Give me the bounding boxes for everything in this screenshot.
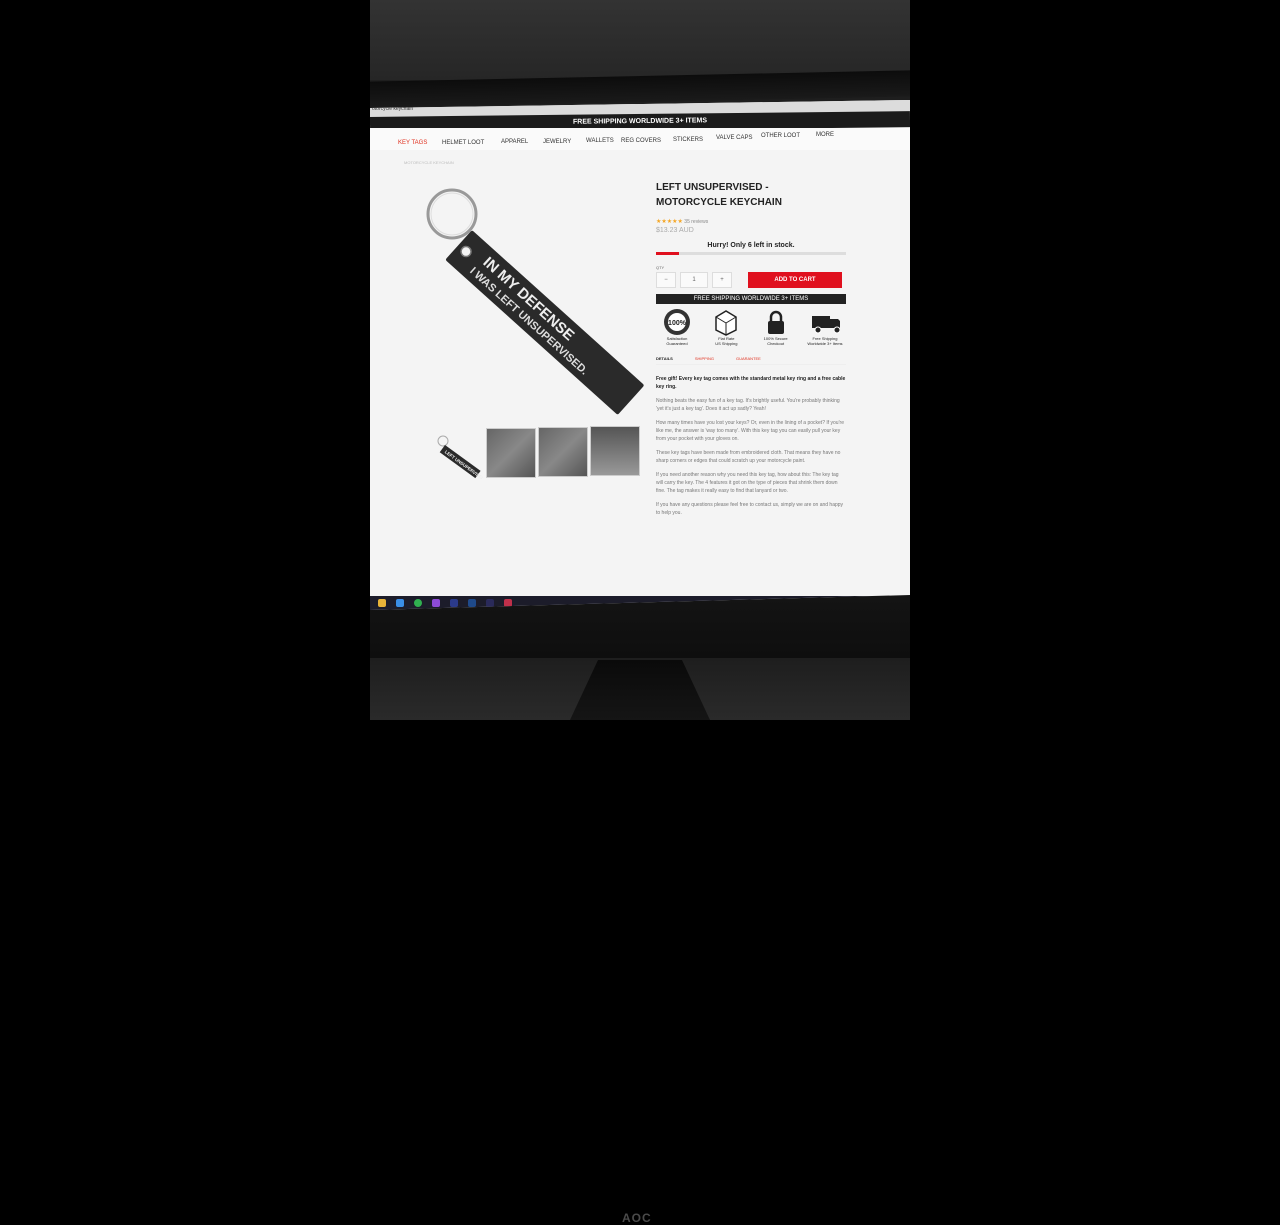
product-description: Free gift! Every key tag comes with the … <box>656 375 846 517</box>
description-lead: Free gift! Every key tag comes with the … <box>656 376 846 390</box>
badge-secure: 100% Secure Checkout <box>755 308 797 346</box>
stock-message: Hurry! Only 6 left in stock. <box>707 242 795 249</box>
wall-background <box>370 0 910 80</box>
trust-badges: 100% Satisfaction Guaranteed Flat Rate US … <box>656 308 846 346</box>
description-paragraph-3: These key tags have been made from embro… <box>656 450 841 464</box>
nav-item-other-loot[interactable]: OTHER LOOT <box>761 133 800 139</box>
monitor-brand-logo: AOC <box>622 1211 652 1225</box>
add-to-cart-button[interactable]: ADD TO CART <box>748 272 842 288</box>
description-paragraph-2: How many times have you lost your keys? … <box>656 420 844 442</box>
monitor-screen: otorcycle keychain FREE SHIPPING WORLDWI… <box>370 100 910 610</box>
stock-bar-fill <box>656 252 679 255</box>
badge-free-shipping: Free Shipping Worldwide 3+ Items <box>804 308 846 346</box>
main-nav: KEY TAGS HELMET LOOT APPAREL JEWELRY WAL… <box>370 128 910 150</box>
tab-details[interactable]: DETAILS <box>656 356 673 361</box>
nav-item-more[interactable]: MORE <box>816 132 834 138</box>
product-title: LEFT UNSUPERVISED - MOTORCYCLE KEYCHAIN <box>656 180 846 210</box>
app-icon[interactable] <box>432 599 440 607</box>
product-rating[interactable]: ★★★★★ 35 reviews <box>656 218 846 225</box>
product-tabs: DETAILS SHIPPING GUARANTEE <box>656 356 846 365</box>
tab-shipping[interactable]: SHIPPING <box>695 356 714 361</box>
shipping-banner: FREE SHIPPING WORLDWIDE 3+ ITEMS <box>656 294 846 304</box>
product-main-image[interactable]: IN MY DEFENSE I WAS LEFT UNSUPERVISED. <box>410 180 650 420</box>
badge-satisfaction: 100% Satisfaction Guaranteed <box>656 308 698 346</box>
badge-secure-line2: Checkout <box>767 341 785 346</box>
qty-row: − 1 + ADD TO CART <box>656 272 846 288</box>
thumbnail-3[interactable] <box>538 427 588 477</box>
nav-item-reg-covers[interactable]: REG COVERS <box>621 138 661 144</box>
product-info: LEFT UNSUPERVISED - MOTORCYCLE KEYCHAIN … <box>656 180 846 523</box>
thumbnail-1-text: LEFT UNSUPERVISED <box>444 449 483 479</box>
premiere-icon[interactable] <box>450 599 458 607</box>
qty-label: QTY <box>656 265 665 270</box>
app-red-icon[interactable] <box>504 599 512 607</box>
description-paragraph-1: Nothing beats the easy fun of a key tag.… <box>656 398 840 412</box>
after-effects-icon[interactable] <box>486 599 494 607</box>
delivery-truck-icon <box>810 308 840 336</box>
description-paragraph-5: If you have any questions please feel fr… <box>656 502 844 516</box>
breadcrumb: MOTORCYCLE KEYCHAIN <box>404 160 454 165</box>
thumbnail-2[interactable] <box>486 428 536 478</box>
product-title-line1: LEFT UNSUPERVISED - <box>656 182 769 193</box>
tab-guarantee[interactable]: GUARANTEE <box>736 356 761 361</box>
product-price: $13.23 AUD <box>656 227 694 234</box>
qty-decrease-button[interactable]: − <box>656 272 676 288</box>
shipping-box-icon <box>711 308 741 336</box>
product-title-line2: MOTORCYCLE KEYCHAIN <box>656 197 782 208</box>
satisfaction-seal-icon: 100% <box>662 308 692 336</box>
badge-flat-rate: Flat Rate US Shipping <box>705 308 747 346</box>
review-count: 35 reviews <box>684 219 709 225</box>
keychain-image: IN MY DEFENSE I WAS LEFT UNSUPERVISED. <box>426 188 644 415</box>
thumbnail-1[interactable]: LEFT UNSUPERVISED <box>434 430 486 482</box>
chrome-icon[interactable] <box>414 599 422 607</box>
badge-satisfaction-line2: Guaranteed <box>666 341 688 346</box>
photoshop-icon[interactable] <box>468 599 476 607</box>
padlock-icon <box>761 308 791 336</box>
nav-item-valve-caps[interactable]: VALVE CAPS <box>716 135 752 141</box>
stock-bar <box>656 252 846 255</box>
breadcrumb-current[interactable]: MOTORCYCLE KEYCHAIN <box>404 160 454 165</box>
store-icon[interactable] <box>396 599 404 607</box>
file-explorer-icon[interactable] <box>378 599 386 607</box>
nav-item-key-tags[interactable]: KEY TAGS <box>398 140 427 146</box>
star-rating-icon: ★★★★★ <box>656 219 683 225</box>
qty-input[interactable]: 1 <box>680 272 708 288</box>
description-paragraph-4: If you need another reason why you need … <box>656 472 839 494</box>
nav-item-apparel[interactable]: APPAREL <box>501 139 528 145</box>
badge-flat-rate-line2: US Shipping <box>715 341 738 346</box>
qty-increase-button[interactable]: + <box>712 272 732 288</box>
thumbnail-keychain-icon: LEFT UNSUPERVISED <box>437 435 486 482</box>
nav-item-helmet-loot[interactable]: HELMET LOOT <box>442 140 484 146</box>
thumbnail-4[interactable] <box>590 426 640 476</box>
svg-text:100%: 100% <box>668 320 687 327</box>
nav-item-stickers[interactable]: STICKERS <box>673 137 703 143</box>
nav-item-wallets[interactable]: WALLETS <box>586 138 614 144</box>
nav-item-jewelry[interactable]: JEWELRY <box>543 139 571 145</box>
badge-free-shipping-line2: Worldwide 3+ Items <box>807 341 843 346</box>
